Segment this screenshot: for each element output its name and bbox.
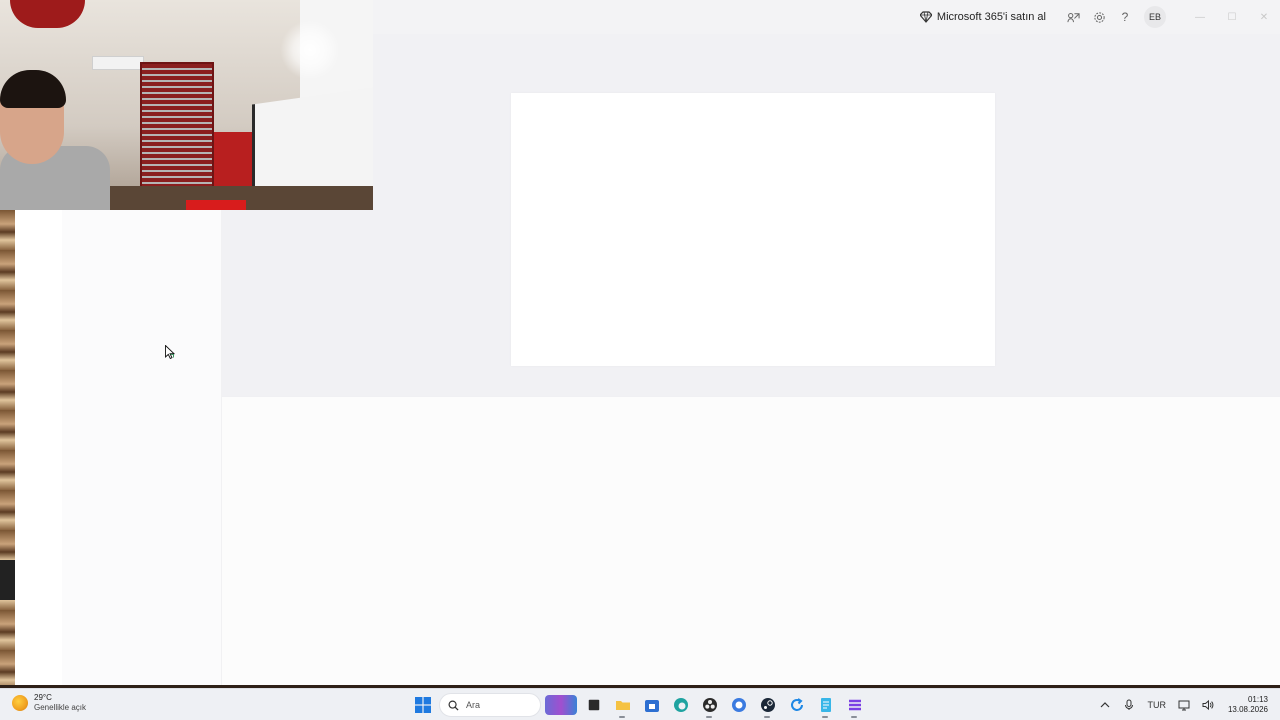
webcam-locker (140, 62, 214, 188)
account-avatar[interactable]: EB (1144, 6, 1166, 28)
webcam-air-conditioner (92, 56, 144, 70)
start-button[interactable] (408, 692, 437, 718)
weather-widget[interactable]: 29°C Genellikle açık (12, 693, 86, 713)
avatar-initials: EB (1148, 12, 1161, 22)
task-view-icon (588, 699, 599, 711)
background-wallpaper-strip (0, 210, 15, 685)
steam-icon (760, 698, 775, 712)
hero-card[interactable] (511, 93, 995, 366)
side-panel (62, 210, 222, 685)
running-indicator (764, 716, 770, 718)
volume-button[interactable] (1202, 699, 1214, 711)
running-indicator (822, 716, 828, 718)
store-button[interactable] (637, 692, 666, 718)
webcam-light (280, 20, 340, 80)
browser-icon (731, 698, 746, 712)
browser-button[interactable] (724, 692, 753, 718)
titlebar-actions: Microsoft 365'i satın al ? EB — ☐ ✕ (919, 0, 1280, 34)
background-wallpaper-dark (0, 560, 15, 600)
help-icon: ? (1121, 10, 1129, 24)
obs-button[interactable] (695, 692, 724, 718)
mouse-cursor-icon (165, 345, 175, 359)
minimize-button[interactable]: — (1184, 0, 1216, 34)
search-placeholder: Ara (466, 700, 481, 710)
settings-button[interactable] (1086, 4, 1112, 30)
taskbar: 29°C Genellikle açık Ara TUR 01:13 13.08… (0, 688, 1280, 720)
show-hidden-icons-button[interactable] (1099, 699, 1111, 711)
notepad-icon (820, 698, 831, 712)
stack-icon (848, 699, 861, 711)
close-icon: ✕ (1259, 11, 1269, 23)
search-icon (448, 700, 459, 711)
share-icon (1066, 12, 1080, 22)
minimize-icon: — (1195, 11, 1205, 23)
share-button[interactable] (1060, 4, 1086, 30)
running-indicator (706, 716, 712, 718)
store-icon (644, 700, 659, 712)
clock-date: 13.08.2026 (1227, 705, 1268, 714)
clock[interactable]: 01:13 13.08.2026 (1228, 695, 1268, 715)
network-button[interactable] (1178, 699, 1190, 711)
language-indicator[interactable]: TUR (1147, 700, 1166, 710)
buy-microsoft-365-button[interactable]: Microsoft 365'i satın al (919, 11, 1046, 23)
file-explorer-button[interactable] (608, 692, 637, 718)
maximize-button[interactable]: ☐ (1216, 0, 1248, 34)
speaker-icon (1202, 699, 1214, 711)
task-view-button[interactable] (579, 692, 608, 718)
content-area (222, 396, 1280, 685)
microphone-button[interactable] (1123, 699, 1135, 711)
left-navigation-rail (15, 210, 62, 685)
microphone-icon (1125, 699, 1134, 710)
refresh-icon (790, 698, 803, 711)
monitor-network-icon (1178, 700, 1190, 711)
taskbar-search[interactable]: Ara (439, 693, 541, 717)
stack-app-button[interactable] (840, 692, 869, 718)
chevron-up-icon (1101, 702, 1110, 708)
windows-logo-icon (414, 697, 431, 713)
help-button[interactable]: ? (1112, 4, 1138, 30)
running-indicator (851, 716, 857, 718)
maximize-icon: ☐ (1227, 11, 1237, 23)
notepad-button[interactable] (811, 692, 840, 718)
diamond-icon (919, 11, 932, 23)
running-indicator (619, 716, 625, 718)
weather-description: Genellikle açık (34, 703, 87, 712)
clock-time: 01:13 (1247, 695, 1268, 704)
obs-icon (702, 698, 717, 712)
webcam-red-item (186, 200, 246, 210)
weather-temperature: 29°C (34, 693, 52, 702)
search-highlight-icon[interactable] (545, 695, 577, 715)
edge-icon (673, 698, 688, 712)
weather-sun-icon (12, 695, 28, 711)
webcam-overlay (0, 0, 373, 210)
close-button[interactable]: ✕ (1248, 0, 1280, 34)
refresh-app-button[interactable] (782, 692, 811, 718)
folder-icon (615, 701, 630, 710)
steam-button[interactable] (753, 692, 782, 718)
taskbar-center: Ara (408, 692, 869, 718)
gear-icon (1093, 11, 1105, 23)
desktop: Microsoft 365'i satın al ? EB — ☐ ✕ 29°C… (0, 0, 1280, 720)
hero-area (222, 34, 1280, 396)
edge-button[interactable] (666, 692, 695, 718)
buy-microsoft-365-label: Microsoft 365'i satın al (936, 11, 1046, 23)
system-tray: TUR 01:13 13.08.2026 (1093, 689, 1280, 720)
